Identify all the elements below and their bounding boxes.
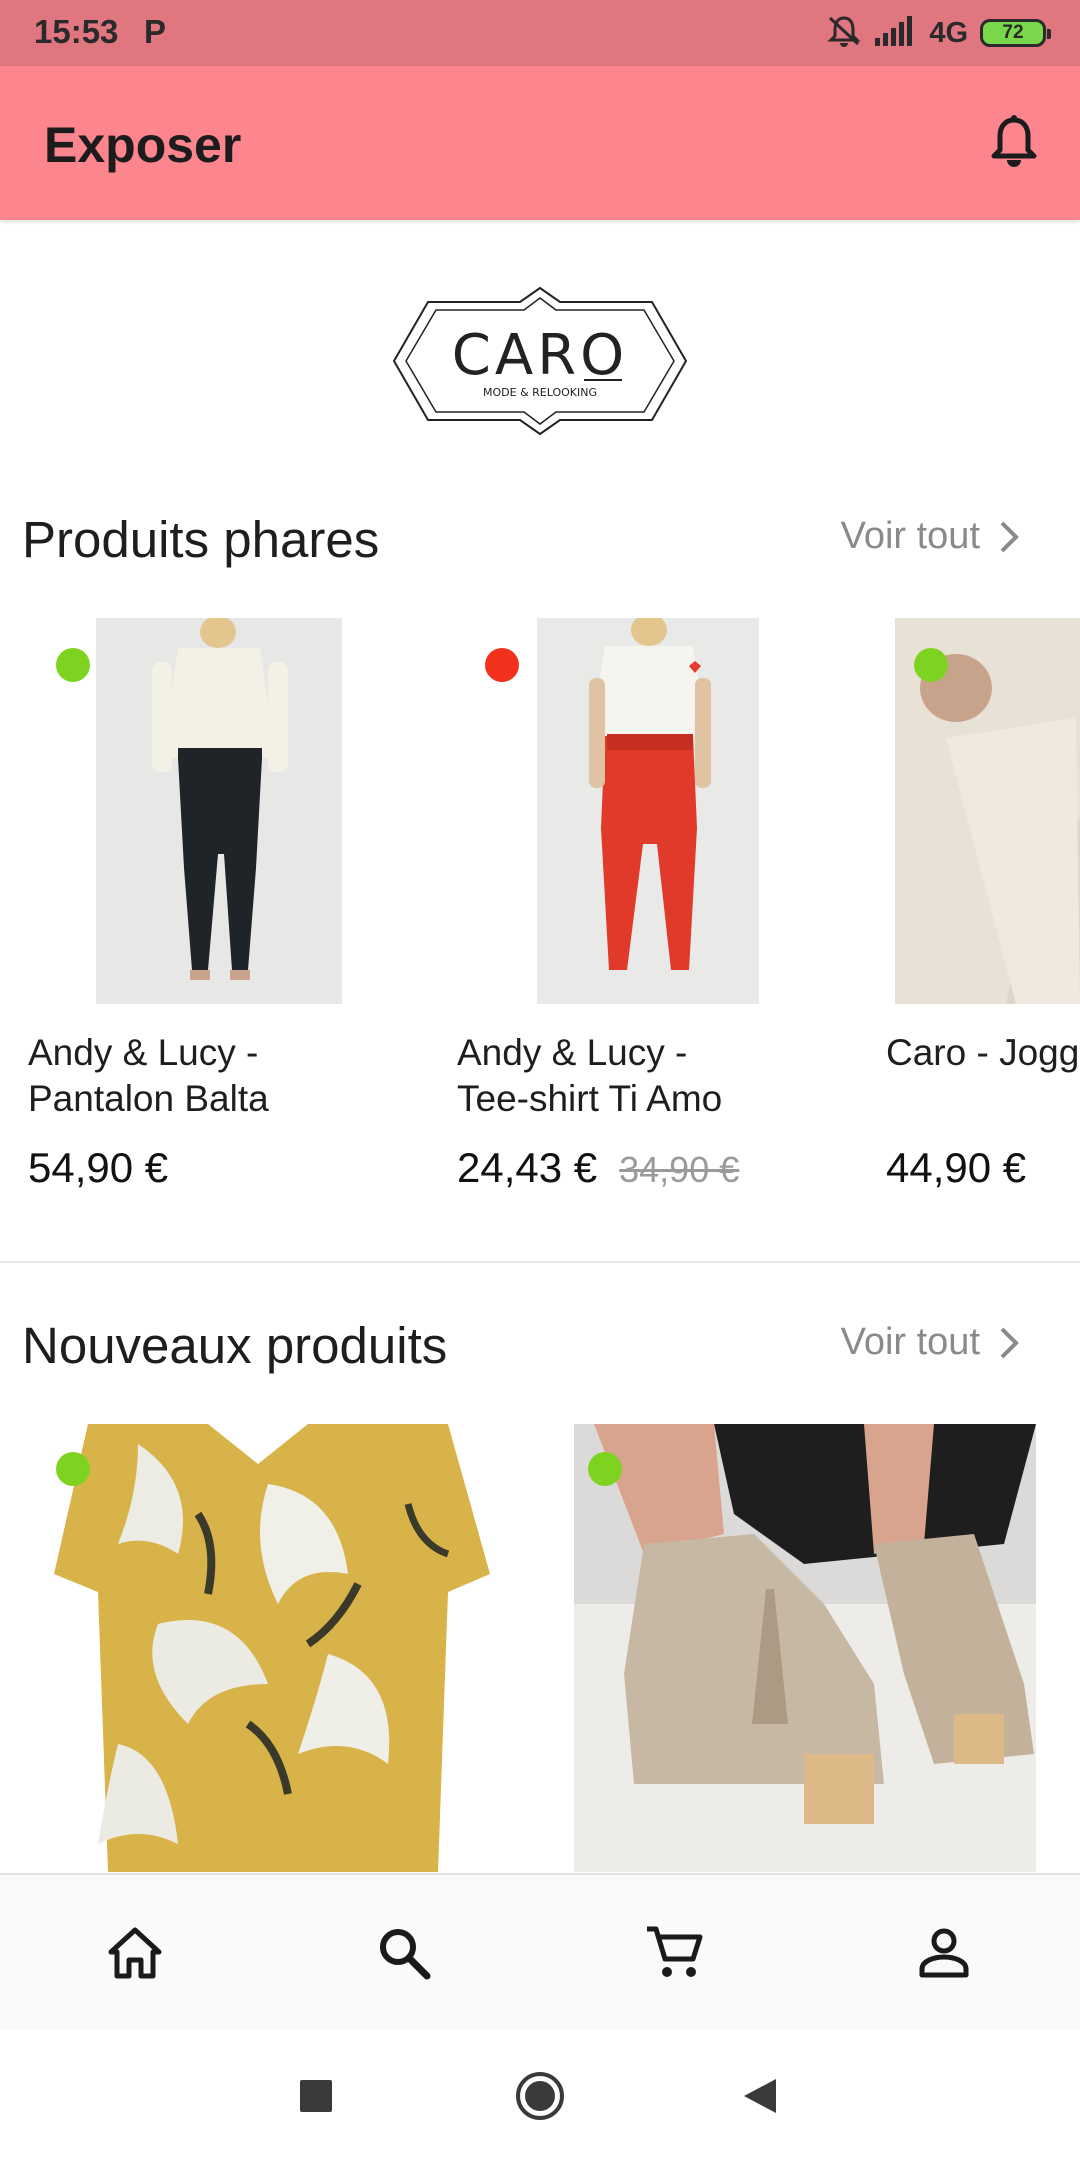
logo-wordmark: CARO xyxy=(452,323,628,388)
triangle-back-icon xyxy=(744,2079,776,2113)
home-button[interactable] xyxy=(510,2066,570,2126)
bottom-navigation xyxy=(0,1873,1080,2030)
price-current: 54,90 € xyxy=(28,1144,169,1191)
stock-indicator xyxy=(56,648,90,682)
account-icon xyxy=(919,1928,969,1978)
product-name: Andy & Lucy - Pantalon Balta xyxy=(28,1032,269,1119)
bell-icon xyxy=(991,115,1037,167)
new-products-see-all-link[interactable]: Voir tout xyxy=(841,1321,1020,1364)
price-original: 34,90 € xyxy=(619,1149,740,1190)
status-time: 15:53 xyxy=(34,13,119,50)
new-products-section-title: Nouveaux produits xyxy=(22,1317,448,1374)
stock-indicator xyxy=(914,648,948,682)
product-price: 44,90 € xyxy=(886,1144,1026,1192)
product-name: Caro - Jogg xyxy=(886,1032,1080,1073)
product-image xyxy=(457,614,877,1004)
notification-button[interactable] xyxy=(982,110,1046,174)
battery-level: 72 xyxy=(1002,22,1024,43)
product-card[interactable]: Andy & Lucy - Pantalon Balta 54,90 € xyxy=(28,616,448,1218)
brand-logo: CARO MODE & RELOOKING xyxy=(390,284,690,438)
price-current: 24,43 € xyxy=(457,1144,598,1191)
product-card[interactable]: Caro - Jogg 44,90 € xyxy=(886,618,1080,1218)
home-icon xyxy=(108,1927,162,1979)
stock-indicator xyxy=(56,1452,90,1486)
system-navigation xyxy=(0,2030,1080,2160)
new-product-card[interactable] xyxy=(28,1424,496,1872)
search-icon xyxy=(380,1929,431,1980)
battery-icon: 72 xyxy=(980,19,1051,47)
section-divider xyxy=(0,1261,1080,1263)
stock-indicator xyxy=(588,1452,622,1486)
recents-button[interactable] xyxy=(286,2066,346,2126)
mute-icon xyxy=(825,14,863,53)
circle-icon xyxy=(516,2072,564,2120)
featured-see-all-link[interactable]: Voir tout xyxy=(841,515,1020,558)
see-all-label: Voir tout xyxy=(840,515,980,557)
product-image xyxy=(28,616,448,1004)
square-icon xyxy=(300,2080,332,2112)
product-card[interactable]: Andy & Lucy - Tee-shirt Ti Amo 24,43 € 3… xyxy=(457,614,877,1218)
see-all-label: Voir tout xyxy=(840,1321,980,1363)
featured-section-title: Produits phares xyxy=(22,511,380,568)
stock-indicator xyxy=(485,648,519,682)
product-image xyxy=(574,1424,1036,1872)
product-name: Andy & Lucy - Tee-shirt Ti Amo xyxy=(457,1032,723,1119)
nav-account-button[interactable] xyxy=(896,1905,992,2001)
parking-indicator: P xyxy=(144,13,167,50)
product-price: 54,90 € xyxy=(28,1144,168,1192)
nav-home-button[interactable] xyxy=(87,1905,183,2001)
network-type: 4G xyxy=(929,16,968,49)
status-bar: 15:53 P 4G 72 xyxy=(0,0,1080,66)
nav-search-button[interactable] xyxy=(356,1905,452,2001)
app-bar: Exposer xyxy=(0,66,1080,220)
chevron-right-icon xyxy=(1000,1327,1019,1358)
nav-cart-button[interactable] xyxy=(626,1905,722,2001)
product-image xyxy=(886,618,1080,1004)
back-button[interactable] xyxy=(730,2066,790,2126)
status-icons: 4G 72 xyxy=(825,14,1051,53)
signal-icon xyxy=(875,15,917,51)
price-current: 44,90 € xyxy=(886,1144,1027,1191)
new-product-card[interactable] xyxy=(574,1424,1036,1872)
page-title: Exposer xyxy=(44,117,242,173)
logo-tagline: MODE & RELOOKING xyxy=(483,386,597,399)
product-image xyxy=(28,1424,496,1872)
cart-icon xyxy=(647,1926,703,1977)
chevron-right-icon xyxy=(1000,521,1019,552)
product-price: 24,43 € 34,90 € xyxy=(457,1144,739,1192)
